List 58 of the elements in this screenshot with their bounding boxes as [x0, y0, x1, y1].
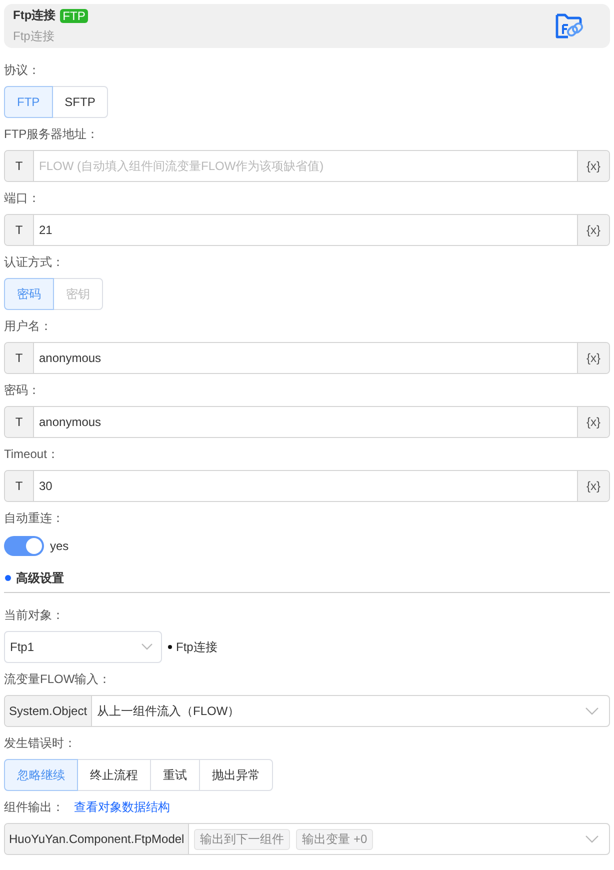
- field-label: 协议：: [4, 62, 40, 78]
- field-value: anonymous: [38, 350, 102, 367]
- view-structure-link[interactable]: 查看对象数据结构: [74, 798, 170, 816]
- input-field[interactable]: T anonymous {x}: [4, 406, 610, 438]
- segment-option[interactable]: 重试: [150, 759, 200, 791]
- field-value: anonymous: [38, 414, 102, 431]
- chevron-down-icon[interactable]: [585, 835, 599, 843]
- variable-button[interactable]: {x}: [577, 407, 609, 437]
- input-field[interactable]: T 30 {x}: [4, 470, 610, 502]
- segment-option[interactable]: 终止流程: [77, 759, 151, 791]
- object-select[interactable]: Ftp1: [4, 631, 162, 663]
- segment-option[interactable]: SFTP: [52, 86, 108, 118]
- bullet-dot: [168, 645, 172, 649]
- chevron-down-icon[interactable]: [585, 707, 599, 715]
- field-label: Timeout：: [4, 446, 59, 462]
- component-subtitle: Ftp连接: [13, 28, 56, 45]
- toggle-switch[interactable]: [4, 536, 44, 556]
- chevron-down-icon[interactable]: [141, 643, 153, 651]
- component-title: Ftp连接: [13, 7, 56, 24]
- variable-button[interactable]: {x}: [577, 215, 609, 245]
- input-field[interactable]: T anonymous {x}: [4, 342, 610, 374]
- type-prefix: T: [5, 215, 34, 245]
- field-label: 组件输出：: [4, 798, 64, 816]
- protocol-badge: FTP: [60, 8, 88, 22]
- variable-button[interactable]: {x}: [577, 151, 609, 181]
- toggle-text: yes: [50, 539, 69, 553]
- folder-link-icon: [554, 11, 584, 41]
- type-prefix: System.Object: [5, 696, 92, 726]
- field-label: 流变量FLOW输入：: [4, 670, 111, 688]
- field-label: 自动重连：: [4, 510, 64, 526]
- type-prefix: T: [5, 407, 34, 437]
- field-label: 发生错误时：: [4, 734, 76, 752]
- type-prefix: T: [5, 471, 34, 501]
- section-title: 高级设置: [16, 570, 64, 586]
- field-value: 30: [38, 478, 54, 495]
- object-note: Ftp连接: [176, 638, 218, 656]
- field-placeholder: FLOW (自动填入组件间流变量FLOW作为该项缺省值): [38, 158, 325, 174]
- output-tag: 输出变量 +0: [296, 828, 374, 850]
- field-label: 端口：: [4, 190, 40, 206]
- field-label: 当前对象：: [4, 606, 64, 624]
- field-label: 密码：: [4, 382, 40, 398]
- bullet-dot: [5, 575, 11, 581]
- select-field[interactable]: HuoYuYan.Component.FtpModel 输出到下一组件 输出变量 +0: [4, 823, 610, 855]
- output-tag: 输出到下一组件: [194, 828, 290, 850]
- input-field[interactable]: T FLOW (自动填入组件间流变量FLOW作为该项缺省值) {x}: [4, 150, 610, 182]
- type-prefix: T: [5, 151, 34, 181]
- type-prefix: T: [5, 343, 34, 373]
- input-field[interactable]: T 21 {x}: [4, 214, 610, 246]
- variable-button[interactable]: {x}: [577, 471, 609, 501]
- segment-option[interactable]: 抛出异常: [199, 759, 273, 791]
- select-field[interactable]: System.Object 从上一组件流入（FLOW）: [4, 695, 610, 727]
- variable-button[interactable]: {x}: [577, 343, 609, 373]
- select-value: 从上一组件流入（FLOW）: [96, 702, 241, 720]
- field-value: 21: [38, 222, 54, 239]
- field-label: FTP服务器地址：: [4, 126, 99, 142]
- field-label: 用户名：: [4, 318, 52, 334]
- field-label: 认证方式：: [4, 254, 64, 270]
- type-prefix: HuoYuYan.Component.FtpModel: [5, 824, 190, 854]
